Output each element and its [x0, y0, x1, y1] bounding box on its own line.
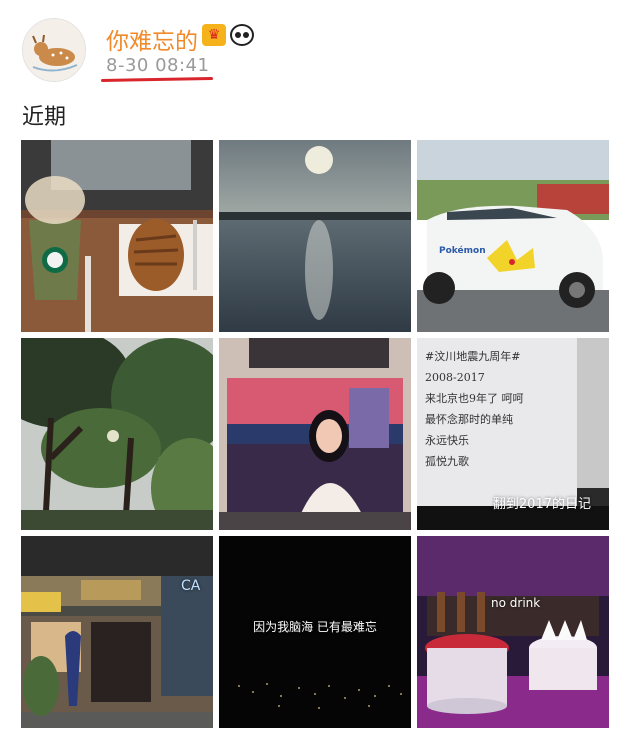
diary-line: 孤悦九歌: [425, 455, 469, 468]
author-name[interactable]: 你难忘的: [106, 22, 198, 56]
photo-night[interactable]: 因为我脑海 已有最难忘: [219, 536, 411, 728]
diary-handwriting: #汶川地震九周年# 2008-2017 来北京也9年了 呵呵 最怀念那时的单纯 …: [425, 346, 575, 472]
user-badges: ♛: [202, 24, 254, 46]
diary-line: #汶川地震九周年#: [425, 350, 521, 363]
photo-diary[interactable]: #汶川地震九周年# 2008-2017 来北京也9年了 呵呵 最怀念那时的单纯 …: [417, 338, 609, 530]
cake-caption: no drink: [491, 596, 541, 610]
photo-coffee-pastry[interactable]: [21, 140, 213, 332]
photo-painting[interactable]: [219, 338, 411, 530]
diary-caption: 翻到2017的日记: [492, 497, 591, 512]
storefront-sign-text: CA: [181, 578, 201, 594]
diary-line: 最怀念那时的单纯: [425, 413, 513, 426]
red-underline-annotation: [100, 77, 214, 82]
diary-line: 2008-2017: [425, 371, 485, 384]
panda-badge-icon: [230, 24, 254, 46]
photo-cake[interactable]: no drink: [417, 536, 609, 728]
crown-badge-icon: ♛: [202, 24, 226, 46]
photo-trees[interactable]: [21, 338, 213, 530]
diary-line: 永远快乐: [425, 434, 469, 447]
photo-pokemon-car[interactable]: Pokémon: [417, 140, 609, 332]
post-timestamp[interactable]: 8-30 08:41: [106, 55, 209, 76]
night-caption: 因为我脑海 已有最难忘: [253, 620, 377, 634]
car-logo-text: Pokémon: [439, 246, 486, 256]
photo-lake-sunrise[interactable]: [219, 140, 411, 332]
diary-line: 来北京也9年了 呵呵: [425, 392, 524, 405]
deer-avatar-icon: [23, 19, 85, 81]
photo-grid: Pokémon #汶川地震九周年# 2008-2017 来北京也9年了 呵呵 最…: [21, 140, 609, 728]
post-text: 近期: [22, 105, 67, 130]
photo-storefront[interactable]: CA: [21, 536, 213, 728]
avatar[interactable]: [22, 18, 86, 82]
